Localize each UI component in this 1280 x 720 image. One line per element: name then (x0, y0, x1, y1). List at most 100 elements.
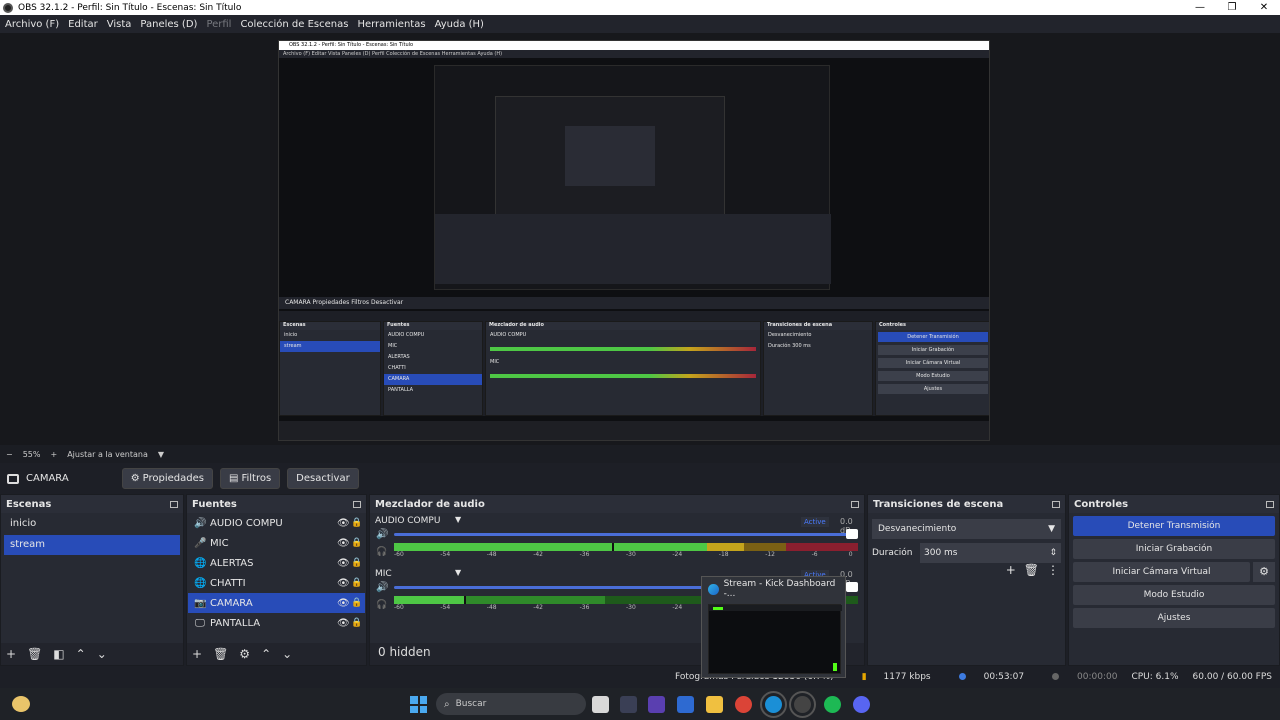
menu-ayuda[interactable]: Ayuda (H) (435, 19, 484, 30)
scene-item-inicio[interactable]: inicio (4, 514, 180, 534)
spin-arrows-icon[interactable]: ⇕ (1049, 543, 1057, 563)
source-properties-gear-icon[interactable]: ⚙ (239, 647, 250, 661)
visibility-eye-icon[interactable]: 👁 (337, 598, 351, 609)
menu-archivo[interactable]: Archivo (F) (5, 19, 59, 30)
spotify-icon[interactable] (824, 696, 841, 713)
transition-select[interactable]: Desvanecimiento ▼ (872, 519, 1061, 539)
settings-button[interactable]: Ajustes (1073, 608, 1275, 628)
fit-window-label[interactable]: Ajustar a la ventana (67, 450, 148, 459)
menu-paneles[interactable]: Paneles (D) (140, 19, 197, 30)
weather-widget-icon[interactable] (12, 696, 30, 712)
visibility-eye-icon[interactable]: 👁 (337, 578, 351, 589)
thumbnail-green-accent (833, 663, 837, 671)
zoom-dropdown-icon[interactable]: ▼ (158, 450, 164, 459)
stop-streaming-button[interactable]: Detener Transmisión (1073, 516, 1275, 536)
channel-menu-icon[interactable]: ▼ (455, 568, 461, 577)
maximize-button[interactable]: ❐ (1216, 0, 1248, 15)
hidden-channels-label[interactable]: 0 hidden (378, 645, 431, 659)
scene-filters-icon[interactable]: ◧ (53, 647, 64, 661)
deactivate-button[interactable]: Desactivar (287, 468, 359, 489)
undock-icon[interactable] (170, 500, 178, 508)
discord-icon[interactable] (853, 696, 870, 713)
meter-green-segment (614, 543, 707, 551)
app-taskbar-icon[interactable] (648, 696, 665, 713)
lock-icon[interactable]: 🔒 (351, 618, 365, 628)
menu-herramientas[interactable]: Herramientas (357, 19, 425, 30)
lock-icon[interactable]: 🔒 (351, 558, 365, 568)
scale-tick: -54 (440, 551, 451, 558)
start-virtual-camera-button[interactable]: Iniciar Cámara Virtual (1073, 562, 1250, 582)
speaker-icon[interactable]: 🔊 (376, 529, 388, 540)
nested-scenes-panel: Escenas inicio stream (279, 321, 381, 416)
monitor-headphones-icon[interactable]: 🎧 (376, 600, 387, 610)
virtual-camera-settings-gear-icon[interactable]: ⚙ (1253, 562, 1275, 582)
meter-scale: -60 -54 -48 -42 -36 -30 -24 -18 -12 -6 0 (394, 551, 858, 561)
obs-studio-icon[interactable] (789, 691, 816, 718)
preview-canvas[interactable]: OBS 32.1.2 - Perfil: Sin Título - Escena… (0, 33, 1280, 445)
visibility-eye-icon[interactable]: 👁 (337, 558, 351, 569)
lock-icon[interactable]: 🔒 (351, 598, 365, 608)
lock-icon[interactable]: 🔒 (351, 578, 365, 588)
studio-mode-button[interactable]: Modo Estudio (1073, 585, 1275, 605)
volume-slider-handle[interactable] (846, 582, 858, 592)
source-item-mic[interactable]: 🎤 MIC 👁 🔒 (188, 533, 365, 553)
menu-editar[interactable]: Editar (68, 19, 98, 30)
zoom-in-button[interactable]: + (50, 450, 57, 459)
source-item-alertas[interactable]: 🌐 ALERTAS 👁 🔒 (188, 553, 365, 573)
properties-button[interactable]: ⚙ Propiedades (121, 468, 213, 489)
task-view-icon[interactable] (592, 696, 609, 713)
undock-icon[interactable] (353, 500, 361, 508)
scene-item-stream[interactable]: stream (4, 535, 180, 555)
taskbar-thumbnail-popup[interactable]: Stream - Kick Dashboard -... (701, 576, 846, 678)
lock-icon[interactable]: 🔒 (351, 538, 365, 548)
undock-icon[interactable] (851, 500, 859, 508)
visibility-eye-icon[interactable]: 👁 (337, 538, 351, 549)
volume-slider-handle[interactable] (846, 529, 858, 539)
obs-taskbar-icon[interactable] (620, 696, 637, 713)
source-item-chatti[interactable]: 🌐 CHATTI 👁 🔒 (188, 573, 365, 593)
source-item-audio-compu[interactable]: 🔊 AUDIO COMPU 👁 🔒 (188, 513, 365, 533)
remove-scene-icon[interactable]: 🗑 (27, 647, 42, 661)
chrome-icon[interactable] (735, 696, 752, 713)
nested-taskbar (279, 421, 989, 440)
close-button[interactable]: ✕ (1248, 0, 1280, 15)
filters-button[interactable]: ▤ Filtros (219, 468, 281, 489)
start-recording-button[interactable]: Iniciar Grabación (1073, 539, 1275, 559)
volume-slider[interactable] (394, 533, 854, 536)
add-source-icon[interactable]: + (192, 647, 202, 661)
zoom-out-button[interactable]: − (6, 450, 13, 459)
source-item-camara[interactable]: 📷 CAMARA 👁 🔒 (188, 593, 365, 613)
scenes-dock-header: Escenas (1, 495, 183, 513)
add-scene-icon[interactable]: + (6, 647, 16, 661)
file-explorer-icon[interactable] (706, 696, 723, 713)
remove-transition-icon[interactable]: 🗑 (1024, 563, 1039, 577)
source-item-pantalla[interactable]: 🖵 PANTALLA 👁 🔒 (188, 613, 365, 633)
mixer-title: Mezclador de audio (375, 498, 485, 510)
undock-icon[interactable] (1052, 500, 1060, 508)
visibility-eye-icon[interactable]: 👁 (337, 518, 351, 529)
duration-spinbox[interactable]: 300 ms ⇕ (920, 543, 1061, 563)
scale-tick: -48 (486, 551, 497, 558)
move-down-icon[interactable]: ⌄ (282, 647, 292, 661)
minimize-button[interactable]: — (1184, 0, 1216, 15)
windows-start-icon[interactable] (410, 696, 427, 713)
speaker-icon[interactable]: 🔊 (376, 582, 388, 593)
move-up-icon[interactable]: ⌃ (76, 647, 86, 661)
menu-vista[interactable]: Vista (107, 19, 132, 30)
edge-icon[interactable] (760, 691, 787, 718)
taskbar-search-box[interactable]: ⌕ Buscar (436, 693, 586, 715)
undock-icon[interactable] (1266, 500, 1274, 508)
move-down-icon[interactable]: ⌄ (97, 647, 107, 661)
sources-title: Fuentes (192, 498, 237, 510)
add-transition-icon[interactable]: + (1006, 563, 1016, 577)
remove-source-icon[interactable]: 🗑 (213, 647, 228, 661)
store-taskbar-icon[interactable] (677, 696, 694, 713)
monitor-headphones-icon[interactable]: 🎧 (376, 547, 387, 557)
zoom-level: 55% (22, 449, 41, 459)
lock-icon[interactable]: 🔒 (351, 518, 365, 528)
visibility-eye-icon[interactable]: 👁 (337, 618, 351, 629)
channel-menu-icon[interactable]: ▼ (455, 515, 461, 524)
move-up-icon[interactable]: ⌃ (261, 647, 271, 661)
more-options-icon[interactable]: ⋮ (1047, 563, 1059, 577)
menu-coleccion-escenas[interactable]: Colección de Escenas (240, 19, 348, 30)
